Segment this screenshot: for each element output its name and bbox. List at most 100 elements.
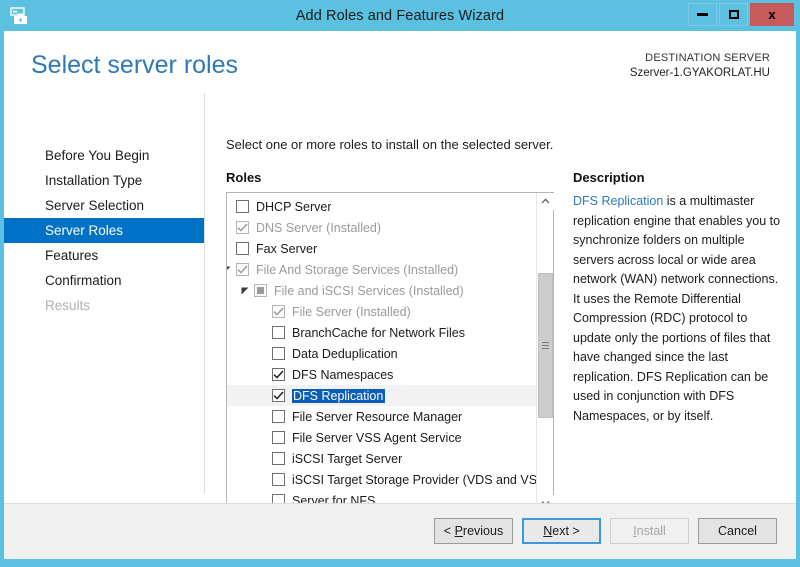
next-button[interactable]: Next > [522,518,601,544]
role-label: File Server Resource Manager [292,409,463,424]
page-header: Select server roles DESTINATION SERVER S… [4,31,796,93]
wizard-footer: < Previous Next > Install Cancel [4,503,796,559]
sidebar-item-label: Before You Begin [45,148,150,163]
wizard-window: Add Roles and Features Wizard x Select s… [0,0,800,567]
roles-vertical-scrollbar[interactable] [536,193,554,512]
role-row[interactable]: File Server (Installed) [227,301,536,322]
sidebar-item-confirmation[interactable]: Confirmation [4,268,204,293]
scroll-up-icon[interactable] [537,193,554,210]
previous-button[interactable]: < Previous [434,518,513,544]
role-row[interactable]: Fax Server [227,238,536,259]
expander-collapse-icon[interactable] [227,259,233,280]
install-button: Install [610,518,689,544]
destination-server-name: Szerver-1.GYAKORLAT.HU [629,67,770,79]
description-body: is a multimaster replication engine that… [573,194,781,423]
role-row[interactable]: iSCSI Target Storage Provider (VDS and V… [227,469,536,490]
role-row[interactable]: iSCSI Target Server [227,448,536,469]
checkbox-checked [236,221,249,234]
role-label: File And Storage Services (Installed) [256,262,459,277]
previous-button-label-rest: revious [462,524,504,538]
minimize-button[interactable] [688,3,717,26]
check-icon [273,391,284,400]
main-content: Select one or more roles to install on t… [220,93,796,559]
checkbox-unchecked[interactable] [272,431,285,444]
maximize-icon [728,10,739,19]
roles-column-label: Roles [226,170,262,185]
sidebar-item-label: Results [45,298,91,313]
role-row[interactable]: File and iSCSI Services (Installed) [227,280,536,301]
checkbox-unchecked[interactable] [236,200,249,213]
role-label: Data Deduplication [292,346,398,361]
checkbox-checked [272,305,285,318]
sidebar-item-installation-type[interactable]: Installation Type [4,168,204,193]
close-button[interactable]: x [750,3,794,26]
check-icon [273,370,284,379]
roles-tree-box: DHCP Server DNS Server (Installed) Fax Ser… [226,192,554,530]
wizard-server-icon [8,5,30,27]
checkbox-checked[interactable] [272,368,285,381]
sidebar-item-label: Server Selection [45,198,145,213]
role-row[interactable]: Data Deduplication [227,343,536,364]
footer-button-group: < Previous Next > Install Cancel [434,518,777,544]
install-button-label-rest: nstall [636,524,666,538]
role-label: DFS Namespaces [292,367,394,382]
role-label: File and iSCSI Services (Installed) [274,283,464,298]
checkbox-unchecked[interactable] [272,473,285,486]
checkbox-square-icon [257,287,264,294]
role-label: File Server (Installed) [292,304,411,319]
sidebar-item-features[interactable]: Features [4,243,204,268]
check-icon [237,223,248,232]
description-accent-term: DFS Replication [573,194,664,208]
checkbox-unchecked[interactable] [272,347,285,360]
title-bar: Add Roles and Features Wizard x [0,0,800,31]
role-label: iSCSI Target Storage Provider (VDS and V… [292,472,536,487]
next-button-label-rest: ext > [552,524,580,538]
window-title: Add Roles and Features Wizard [295,7,505,24]
checkbox-checked[interactable] [272,389,285,402]
checkbox-checked [236,263,249,276]
checkbox-unchecked[interactable] [236,242,249,255]
sidebar-item-server-roles[interactable]: Server Roles [4,218,204,243]
role-row[interactable]: File Server VSS Agent Service [227,427,536,448]
sidebar-item-label: Installation Type [45,173,143,188]
scroll-grip-icon [542,342,549,349]
wizard-page: Select server roles DESTINATION SERVER S… [4,31,796,559]
description-column-label: Description [573,170,645,185]
destination-server-label: DESTINATION SERVER [645,52,770,64]
role-row[interactable]: DHCP Server [227,196,536,217]
roles-tree-list[interactable]: DHCP Server DNS Server (Installed) Fax Ser… [227,193,536,512]
destination-server-block: DESTINATION SERVER Szerver-1.GYAKORLAT.H… [630,51,770,81]
minimize-icon [697,13,708,16]
role-label: iSCSI Target Server [292,451,403,466]
role-row[interactable]: File Server Resource Manager [227,406,536,427]
page-title: Select server roles [31,51,239,79]
role-label: DNS Server (Installed) [256,220,382,235]
role-row[interactable]: DFS Replication [227,385,536,406]
expander-collapse-icon[interactable] [239,280,251,301]
role-row[interactable]: DFS Namespaces [227,364,536,385]
role-label: BranchCache for Network Files [292,325,465,340]
checkbox-partial [254,284,267,297]
window-controls: x [688,3,794,26]
check-icon [237,265,248,274]
sidebar-item-label: Features [45,248,99,263]
role-row[interactable]: File And Storage Services (Installed) [227,259,536,280]
sidebar-item-before-you-begin[interactable]: Before You Begin [4,143,204,168]
cancel-button[interactable]: Cancel [698,518,777,544]
checkbox-unchecked[interactable] [272,452,285,465]
role-label: DFS Replication [292,388,386,403]
checkbox-unchecked[interactable] [272,410,285,423]
role-row[interactable]: BranchCache for Network Files [227,322,536,343]
role-label: DHCP Server [256,199,332,214]
checkbox-unchecked[interactable] [272,326,285,339]
check-icon [273,307,284,316]
role-label-selected-text: DFS Replication [292,388,386,403]
sidebar-item-label: Confirmation [45,273,122,288]
sidebar-item-results: Results [4,293,204,318]
vertical-scroll-thumb[interactable] [538,273,553,418]
description-pane: DFS Replication is a multimaster replica… [573,192,783,426]
maximize-button[interactable] [719,3,748,26]
role-row[interactable]: DNS Server (Installed) [227,217,536,238]
sidebar-item-server-selection[interactable]: Server Selection [4,193,204,218]
role-label: Fax Server [256,241,318,256]
